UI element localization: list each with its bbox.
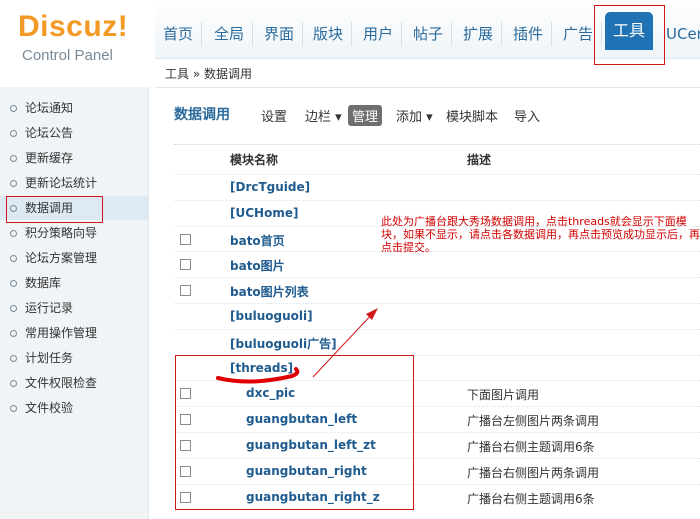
underline-scribble [216, 367, 300, 384]
arrow-line [312, 311, 375, 378]
annotation-overlay [216, 308, 378, 384]
